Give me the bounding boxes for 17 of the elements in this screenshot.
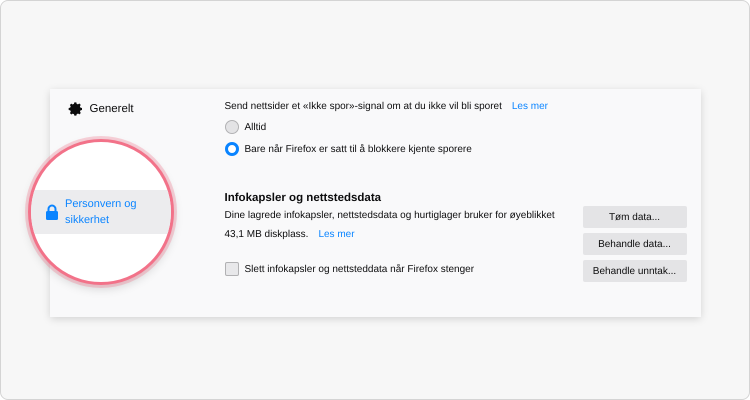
lock-icon xyxy=(45,204,59,220)
checkbox[interactable] xyxy=(224,262,238,276)
section-heading: Infokapsler og nettstedsdata xyxy=(224,192,382,204)
radio-button[interactable] xyxy=(224,142,238,156)
radio-label: Alltid xyxy=(244,122,266,132)
data-button[interactable]: Behandle data... xyxy=(582,233,686,255)
checkbox-label: Slett infokapsler og nettsteddata når Firefox stenger xyxy=(244,264,474,274)
settings-icon xyxy=(68,101,84,117)
disk-usage: 43,1 MB diskplass. xyxy=(224,229,308,240)
learn-more-link[interactable]: Les mer xyxy=(318,229,355,240)
sidebar-item[interactable]: Generelt xyxy=(68,101,200,117)
data-button[interactable]: Behandle unntak... xyxy=(582,260,686,282)
radio-button[interactable] xyxy=(224,120,238,134)
tracking-label: Send nettsider et «Ikke spor»-signal om at du ikke vil bli sporet xyxy=(224,101,502,112)
radio-label: Bare når Firefox er satt til å blokkere kjente sporere xyxy=(244,144,472,154)
data-button[interactable]: Tøm data... xyxy=(582,206,686,228)
storage-description: Dine lagrede infokapsler, nettstedsdata og hurtiglager bruker for øyeblikket xyxy=(224,210,556,221)
